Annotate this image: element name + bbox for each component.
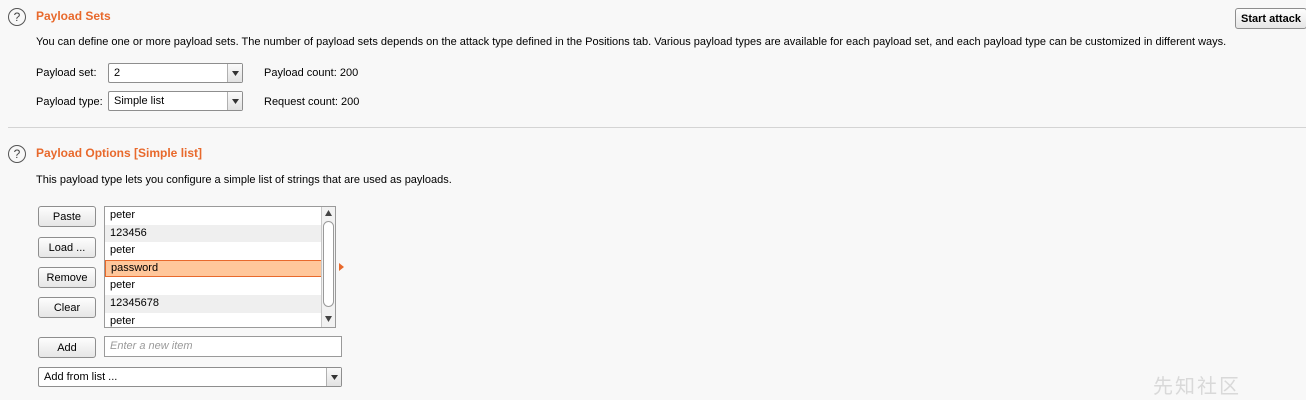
- list-item[interactable]: peter: [105, 242, 335, 260]
- chevron-down-icon: [326, 368, 341, 386]
- scrollbar-thumb[interactable]: [323, 221, 334, 307]
- list-item[interactable]: peter: [105, 313, 335, 327]
- help-icon[interactable]: ?: [8, 145, 26, 163]
- paste-button[interactable]: Paste: [38, 206, 96, 227]
- add-from-list-value: Add from list ...: [44, 371, 118, 383]
- list-item[interactable]: 123456: [105, 224, 335, 243]
- clear-button[interactable]: Clear: [38, 297, 96, 318]
- payload-count: Payload count: 200: [264, 67, 359, 79]
- arrow-up-icon[interactable]: [325, 210, 332, 216]
- payload-sets-description: You can define one or more payload sets.…: [36, 36, 1227, 48]
- new-item-input[interactable]: Enter a new item: [104, 336, 342, 357]
- list-item[interactable]: 12345678: [105, 294, 335, 313]
- list-scrollbar[interactable]: [321, 207, 335, 327]
- load-button[interactable]: Load ...: [38, 237, 96, 258]
- payload-sets-title: Payload Sets: [36, 9, 111, 23]
- request-count: Request count: 200: [264, 96, 360, 108]
- payload-set-label: Payload set:: [36, 67, 97, 79]
- list-item-selected[interactable]: password: [105, 259, 335, 278]
- list-item[interactable]: peter: [105, 277, 335, 295]
- payload-type-select[interactable]: Simple list: [108, 91, 243, 111]
- add-from-list-select[interactable]: Add from list ...: [38, 367, 342, 387]
- remove-button[interactable]: Remove: [38, 267, 96, 288]
- payload-options-title: Payload Options [Simple list]: [36, 146, 203, 160]
- chevron-down-icon: [227, 64, 242, 82]
- add-button[interactable]: Add: [38, 337, 96, 358]
- arrow-right-icon: [339, 263, 344, 271]
- payload-type-label: Payload type:: [36, 96, 103, 108]
- chevron-down-icon: [227, 92, 242, 110]
- section-divider: [8, 127, 1306, 128]
- payload-options-description: This payload type lets you configure a s…: [36, 174, 452, 186]
- arrow-down-icon[interactable]: [325, 316, 332, 322]
- help-icon[interactable]: ?: [8, 8, 26, 26]
- payload-list[interactable]: peter 123456 peter password peter 123456…: [104, 206, 336, 328]
- list-item[interactable]: peter: [105, 207, 335, 225]
- payload-type-value: Simple list: [114, 95, 165, 107]
- payload-set-value: 2: [114, 67, 121, 79]
- payload-set-select[interactable]: 2: [108, 63, 243, 83]
- start-attack-button[interactable]: Start attack: [1235, 8, 1306, 29]
- watermark: 先知社区: [1153, 376, 1241, 398]
